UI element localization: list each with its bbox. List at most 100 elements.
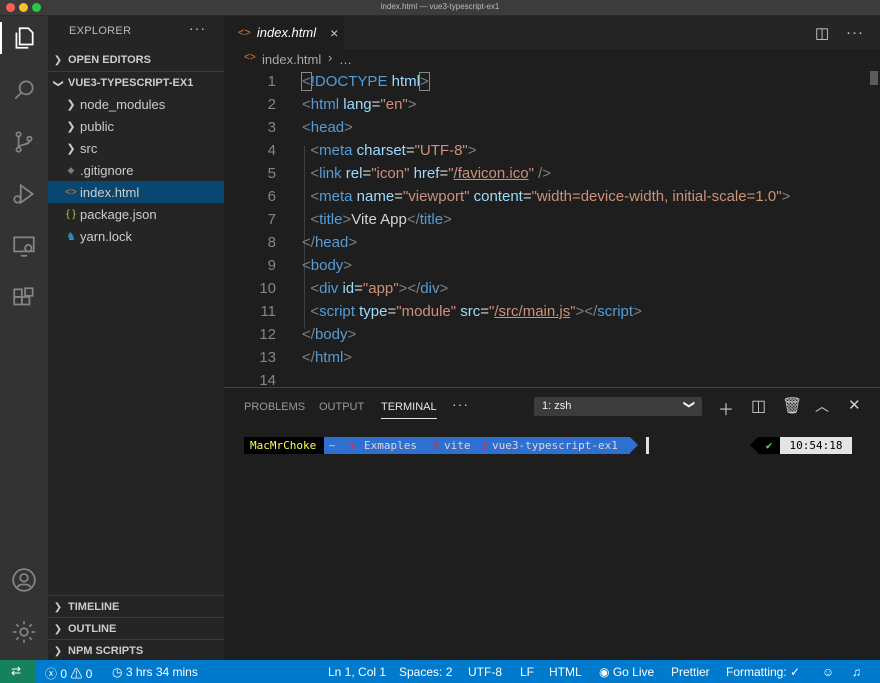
notifications-bell-icon[interactable]: ♫ xyxy=(852,665,861,679)
outline-section[interactable]: ❯ OUTLINE xyxy=(48,617,224,640)
project-section[interactable]: ❯ VUE3-TYPESCRIPT-EX1 xyxy=(48,71,224,94)
go-live-button[interactable]: ◉ Go Live xyxy=(599,665,654,679)
warning-icon: ⚠ xyxy=(70,667,83,681)
wakatime-status[interactable]: ◷ 3 hrs 34 mins xyxy=(112,665,198,679)
code-line: <meta name="viewport" content="width=dev… xyxy=(310,188,791,205)
tree-item-package-json[interactable]: { } package.json xyxy=(48,203,224,225)
remote-explorer-activity-button[interactable] xyxy=(0,224,48,268)
explorer-title: EXPLORER xyxy=(69,25,132,37)
tree-item-gitignore[interactable]: ◆ .gitignore xyxy=(48,159,224,181)
problems-status[interactable]: ⓧ 0 ⚠ 0 xyxy=(45,665,92,682)
formatting-status[interactable]: Formatting: ✓ xyxy=(726,665,800,679)
encoding[interactable]: UTF-8 xyxy=(468,665,502,679)
code-line: </head> xyxy=(302,234,358,251)
tree-item-node-modules[interactable]: ❯ node_modules xyxy=(48,93,224,115)
close-tab-icon[interactable]: × xyxy=(330,25,338,41)
new-terminal-icon[interactable]: ＋ xyxy=(718,396,734,420)
code-line: <title>Vite App</title> xyxy=(310,211,452,228)
explorer-activity-button[interactable] xyxy=(0,16,48,60)
line-number: 3 xyxy=(267,119,276,136)
remote-explorer-icon xyxy=(13,236,35,257)
clock-icon: ◷ xyxy=(112,665,123,679)
tree-item-src[interactable]: ❯ src xyxy=(48,137,224,159)
prompt-time: 10:54:18 xyxy=(780,437,852,454)
search-activity-button[interactable] xyxy=(0,68,48,112)
search-icon xyxy=(14,80,34,100)
html-file-icon: <> xyxy=(238,26,251,39)
code-line: <html lang="en"> xyxy=(302,96,417,113)
timeline-section[interactable]: ❯ TIMELINE xyxy=(48,595,224,618)
tree-item-public[interactable]: ❯ public xyxy=(48,115,224,137)
account-icon xyxy=(12,568,36,592)
tree-item-label: node_modules xyxy=(80,96,166,112)
code-line: <!DOCTYPE html> xyxy=(301,72,430,91)
source-control-activity-button[interactable] xyxy=(0,120,48,164)
breadcrumb-more[interactable]: … xyxy=(339,52,352,67)
more-actions-icon[interactable]: ··· xyxy=(846,24,864,41)
tab-label: index.html xyxy=(256,25,317,40)
title-bar: index.html — vue3-typescript-ex1 xyxy=(0,0,880,16)
remote-indicator[interactable]: ⇄ xyxy=(0,660,36,683)
go-live-label: Go Live xyxy=(612,665,655,679)
line-number: 8 xyxy=(267,234,276,251)
npm-scripts-section[interactable]: ❯ NPM SCRIPTS xyxy=(48,639,224,662)
end-of-line[interactable]: LF xyxy=(520,665,534,679)
prompt-separator: ❯ xyxy=(428,437,444,454)
editor-scrollbar[interactable] xyxy=(870,71,878,85)
indentation[interactable]: Spaces: 2 xyxy=(399,665,452,679)
tab-output[interactable]: OUTPUT xyxy=(319,401,364,413)
source-control-icon xyxy=(15,131,33,153)
tree-item-label: src xyxy=(80,140,98,156)
feedback-icon[interactable]: ☺ xyxy=(822,665,834,679)
open-editors-section[interactable]: ❯ OPEN EDITORS xyxy=(48,49,224,71)
split-terminal-icon[interactable]: ◫ xyxy=(751,396,766,416)
chevron-right-icon: ❯ xyxy=(66,98,76,111)
open-editors-label: OPEN EDITORS xyxy=(68,54,151,66)
line-number: 6 xyxy=(267,188,276,205)
activity-bar xyxy=(0,16,48,660)
chevron-right-icon: ❯ xyxy=(53,623,63,635)
explorer-more-actions[interactable]: ··· xyxy=(189,20,206,36)
editor-tabs: <> index.html × ◫ ··· xyxy=(224,16,880,49)
language-mode[interactable]: HTML xyxy=(549,665,582,679)
explorer-sidebar: EXPLORER ··· ❯ OPEN EDITORS ❯ VUE3-TYPES… xyxy=(48,16,224,660)
run-debug-activity-button[interactable] xyxy=(0,172,48,216)
tree-item-index-html[interactable]: <> index.html xyxy=(48,181,224,203)
extensions-icon xyxy=(13,287,34,306)
line-number: 10 xyxy=(259,280,276,297)
terminal-select[interactable]: 1: zsh ❯ xyxy=(534,397,702,416)
html-file-icon: <> xyxy=(65,186,77,198)
maximize-panel-icon[interactable]: ︿ xyxy=(815,396,829,416)
files-icon xyxy=(15,27,34,49)
json-file-icon: { } xyxy=(66,208,76,220)
tab-problems[interactable]: PROBLEMS xyxy=(244,401,305,413)
prettier-status[interactable]: Prettier xyxy=(671,665,710,679)
tree-item-label: .gitignore xyxy=(80,162,134,178)
settings-gear-icon xyxy=(13,621,35,643)
code-editor[interactable]: 1 2 3 4 5 6 7 8 9 10 11 12 13 14 <!DOCTY… xyxy=(224,71,880,387)
tab-terminal[interactable]: TERMINAL xyxy=(381,401,437,419)
prompt-home: ~ xyxy=(324,437,340,454)
close-panel-icon[interactable]: ✕ xyxy=(848,396,861,414)
accounts-activity-button[interactable] xyxy=(0,558,48,602)
chevron-down-icon: ❯ xyxy=(682,399,695,410)
npm-scripts-label: NPM SCRIPTS xyxy=(68,645,144,657)
status-bar: ⓧ 0 ⚠ 0 ◷ 3 hrs 34 mins Ln 1, Col 1 Spac… xyxy=(0,660,880,683)
split-editor-icon[interactable]: ◫ xyxy=(815,24,829,42)
tab-index-html[interactable]: <> index.html × xyxy=(224,16,344,49)
trash-icon[interactable]: 🗑 xyxy=(782,396,802,416)
manage-activity-button[interactable] xyxy=(0,610,48,654)
prompt-path-segment: vite xyxy=(444,437,478,454)
extensions-activity-button[interactable] xyxy=(0,276,48,320)
tree-item-yarn-lock[interactable]: ♞ yarn.lock xyxy=(48,225,224,247)
line-number: 13 xyxy=(259,349,276,366)
tree-item-label: public xyxy=(80,118,114,134)
warning-count: 0 xyxy=(85,667,93,681)
chevron-right-icon: ❯ xyxy=(53,645,63,657)
cursor-position[interactable]: Ln 1, Col 1 xyxy=(328,665,386,679)
project-label: VUE3-TYPESCRIPT-EX1 xyxy=(68,77,194,89)
prompt-user: MacMrChoke xyxy=(244,437,324,454)
code-line: <meta charset="UTF-8"> xyxy=(310,142,477,159)
breadcrumb-file[interactable]: index.html xyxy=(262,52,321,67)
panel-more-icon[interactable]: ··· xyxy=(452,396,469,412)
